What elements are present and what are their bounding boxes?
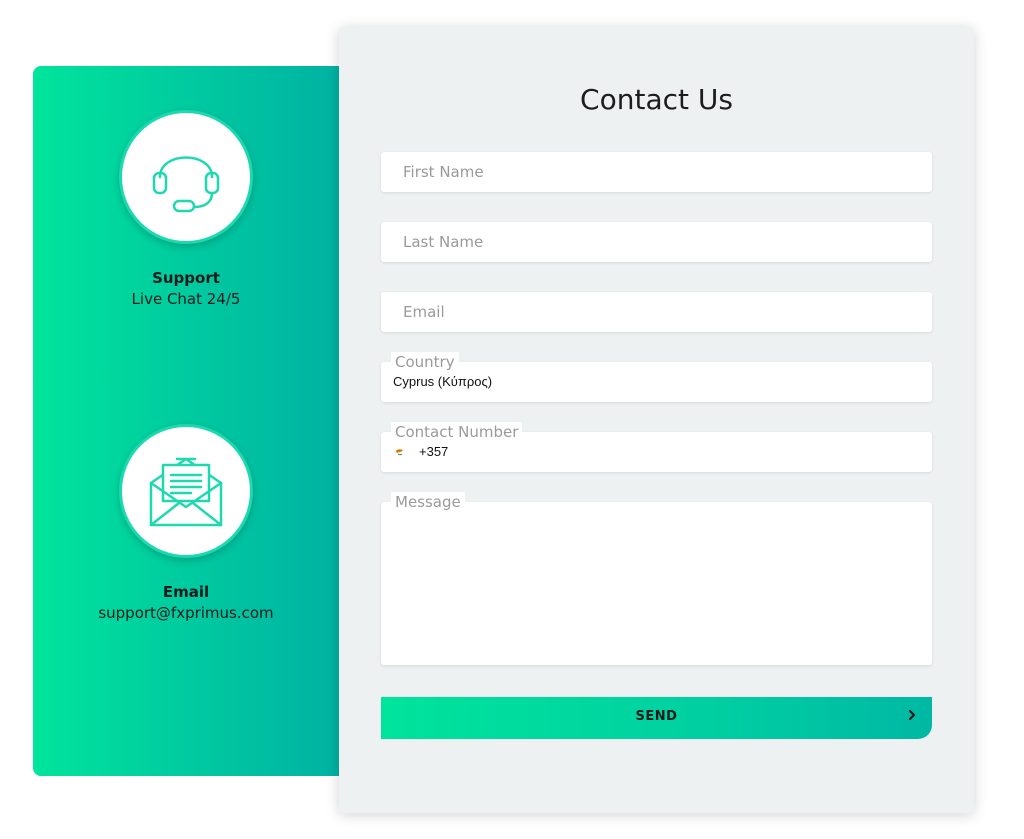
support-subtitle: Live Chat 24/5 (131, 290, 241, 308)
message-textarea[interactable] (381, 502, 932, 665)
contact-form-card: Contact Us Country Cyprus (Κύπρος) Conta… (339, 27, 974, 813)
message-field-wrapper: Message (381, 492, 932, 665)
email-icon-circle (119, 424, 253, 558)
first-name-field[interactable] (381, 152, 932, 192)
send-button[interactable]: SEND (381, 697, 932, 739)
envelope-letter-icon (149, 457, 223, 527)
send-button-label: SEND (635, 709, 678, 724)
country-label: Country (391, 352, 459, 372)
last-name-field[interactable] (381, 222, 932, 262)
email-field[interactable] (381, 292, 932, 332)
support-title: Support (152, 269, 220, 287)
support-icon-circle (119, 110, 253, 244)
contact-number-field[interactable]: Contact Number +357 (381, 422, 932, 472)
email-title: Email (162, 583, 210, 601)
first-name-field-wrapper (381, 152, 932, 192)
support-info: Support Live Chat 24/5 (33, 110, 339, 310)
headset-icon (152, 156, 220, 213)
contact-info-panel: Support Live Chat 24/5 Email support@fxp… (33, 66, 353, 776)
page-title: Contact Us (580, 83, 733, 116)
country-value: Cyprus (Κύπρος) (393, 374, 493, 389)
chevron-right-icon (908, 709, 916, 721)
message-label: Message (391, 492, 465, 512)
email-info: Email support@fxprimus.com (33, 424, 339, 624)
country-select[interactable]: Country Cyprus (Κύπρος) (381, 352, 932, 402)
contact-number-label: Contact Number (391, 422, 523, 442)
email-field-wrapper (381, 292, 932, 332)
email-address: support@fxprimus.com (98, 604, 274, 622)
cyprus-flag-icon[interactable] (393, 446, 407, 456)
phone-country-code: +357 (419, 444, 449, 459)
last-name-field-wrapper (381, 222, 932, 262)
